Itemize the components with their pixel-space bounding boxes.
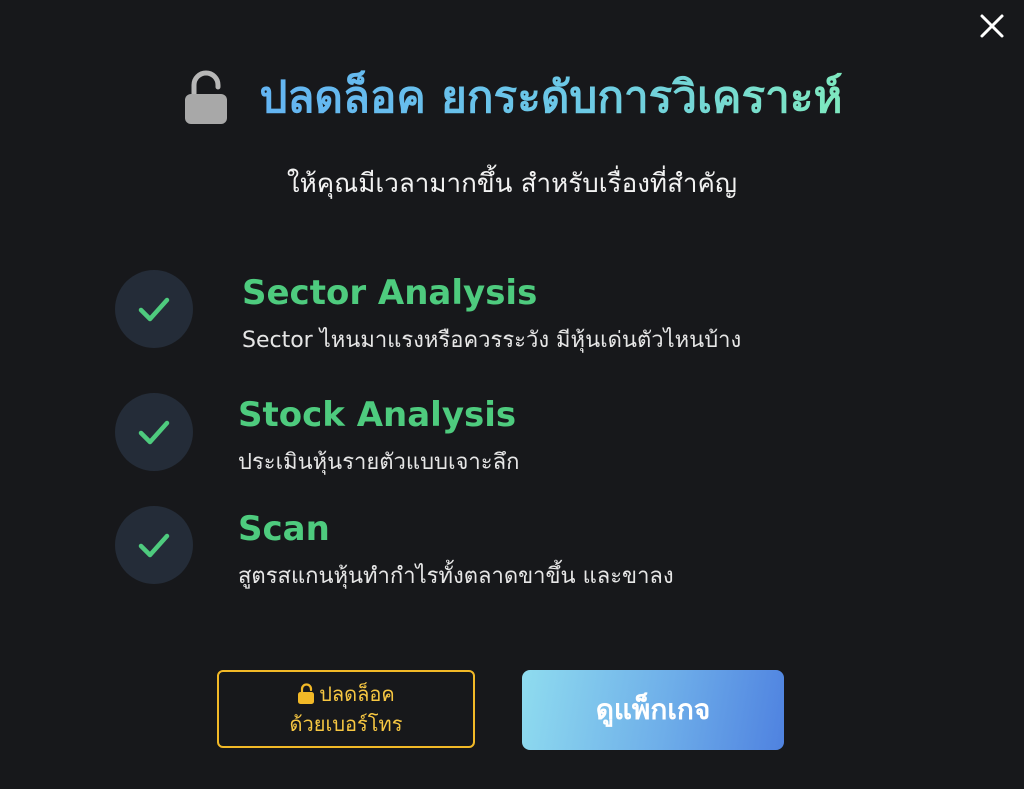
close-button[interactable]: [974, 8, 1010, 44]
feature-title-sector-analysis: Sector Analysis: [242, 273, 538, 313]
feature-title-scan: Scan: [238, 509, 330, 549]
unlock-button-row: ปลดล็อค: [297, 679, 395, 709]
check-icon: [138, 533, 170, 558]
unlock-modal: ปลดล็อค ยกระดับการวิเคราะห์ ให้คุณมีเวลา…: [0, 0, 1024, 789]
check-badge: [115, 393, 193, 471]
feature-desc-sector-analysis: Sector ไหนมาแรงหรือควรระวัง มีหุ้นเด่นตั…: [242, 328, 742, 353]
feature-desc-stock-analysis: ประเมินหุ้นรายตัวแบบเจาะลึก: [238, 450, 520, 475]
close-icon[interactable]: [979, 13, 1005, 39]
unlock-button-sublabel: ด้วยเบอร์โทร: [289, 712, 403, 736]
title-row: ปลดล็อค ยกระดับการวิเคราะห์: [0, 66, 1024, 130]
check-badge: [115, 506, 193, 584]
modal-subtitle: ให้คุณมีเวลามากขึ้น สำหรับเรื่องที่สำคัญ: [286, 169, 738, 199]
modal-title: ปลดล็อค ยกระดับการวิเคราะห์: [260, 66, 843, 130]
check-badge: [115, 270, 193, 348]
feature-title-stock-analysis: Stock Analysis: [238, 395, 517, 435]
unlocked-padlock-icon: [184, 70, 227, 124]
feature-desc-scan: สูตรสแกนหุ้นทำกำไรทั้งตลาดขาขึ้น และขาลง: [238, 564, 674, 589]
unlock-button-label: ปลดล็อค: [319, 682, 395, 706]
unlock-with-phone-button[interactable]: ปลดล็อค ด้วยเบอร์โทร: [217, 670, 475, 748]
check-icon: [138, 297, 170, 322]
unlocked-padlock-icon: [298, 683, 315, 704]
check-icon: [138, 420, 170, 445]
view-packages-button[interactable]: ดูแพ็กเกจ: [522, 670, 784, 750]
view-packages-label: ดูแพ็กเกจ: [595, 693, 711, 726]
